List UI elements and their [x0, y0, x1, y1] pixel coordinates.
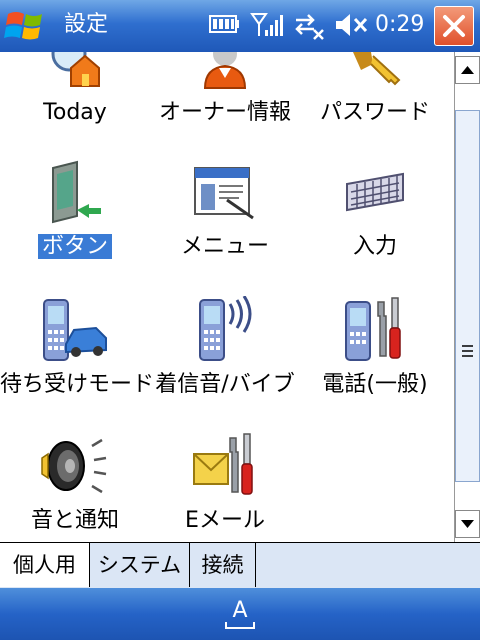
standby-mode-icon [43, 299, 107, 361]
settings-item-ringtone-vibrate[interactable]: 着信音/バイブ [150, 296, 300, 408]
settings-item-label: Today [43, 100, 107, 125]
battery-icon[interactable] [207, 10, 241, 40]
today-icon [51, 52, 100, 87]
close-button[interactable] [434, 6, 474, 46]
window-title: 設定 [64, 12, 109, 37]
settings-item-label: メニュー [180, 234, 269, 259]
settings-item-today[interactable]: Today [0, 52, 150, 142]
phone-tools-icon [345, 297, 401, 361]
scroll-up-button[interactable] [455, 56, 480, 84]
settings-item-owner-info[interactable]: オーナー情報 [150, 52, 300, 142]
settings-item-label: オーナー情報 [158, 100, 291, 125]
settings-item-email[interactable]: Eメール [150, 432, 300, 542]
settings-item-phone-general[interactable]: 電話(一般) [300, 296, 450, 408]
tab-system[interactable]: システム [90, 543, 190, 587]
volume-muted-icon[interactable] [334, 10, 370, 40]
vertical-scrollbar[interactable] [454, 52, 480, 542]
menus-icon [194, 167, 254, 220]
clock[interactable]: 0:29 [375, 11, 424, 39]
settings-item-password[interactable]: パスワード [300, 52, 450, 142]
connectivity-icon[interactable] [292, 10, 326, 40]
tab-personal[interactable]: 個人用 [0, 543, 90, 587]
settings-item-label: 電話(一般) [322, 372, 428, 397]
start-button[interactable] [2, 6, 50, 46]
keyboard-icon [346, 172, 404, 212]
settings-item-label: 音と通知 [30, 508, 119, 533]
arrow-up-icon [461, 66, 474, 74]
arrow-down-icon [461, 520, 474, 528]
close-icon [443, 15, 465, 37]
keyboard-underline-icon [225, 622, 255, 629]
settings-item-standby-mode[interactable]: 待ち受けモード [0, 296, 155, 408]
ringtone-vibrate-icon [199, 296, 252, 361]
tab-bar: 個人用 システム 接続 [0, 542, 480, 588]
email-tools-icon [193, 433, 253, 495]
scroll-down-button[interactable] [455, 510, 480, 538]
windows-flag-icon [4, 12, 42, 40]
signal-strength-icon[interactable] [250, 10, 284, 40]
settings-item-label: Eメール [185, 508, 265, 533]
settings-item-label: 入力 [352, 234, 397, 259]
tab-connections[interactable]: 接続 [190, 543, 256, 587]
buttons-icon [52, 160, 101, 224]
settings-item-buttons[interactable]: ボタン [0, 160, 150, 272]
settings-item-sounds-notifications[interactable]: 音と通知 [0, 432, 150, 542]
title-bar: 設定 0:29 [0, 0, 480, 52]
grip-icon [462, 345, 473, 357]
settings-icon-grid: Today オーナー情報 パスワード ボタン メニュー 入力 待ち受けモード 着… [0, 52, 454, 542]
settings-item-label: 着信音/バイブ [155, 372, 295, 397]
speaker-icon [41, 438, 107, 494]
settings-item-menus[interactable]: メニュー [150, 160, 300, 272]
menu-bar: A [0, 588, 480, 640]
settings-item-input[interactable]: 入力 [300, 160, 450, 272]
settings-item-label: パスワード [319, 100, 430, 125]
settings-item-label: 待ち受けモード [0, 372, 155, 397]
settings-item-label: ボタン [0, 232, 150, 262]
owner-info-icon [203, 52, 247, 89]
input-panel-button[interactable]: A [222, 596, 258, 632]
scroll-thumb[interactable] [455, 110, 480, 482]
password-key-icon [353, 52, 401, 86]
